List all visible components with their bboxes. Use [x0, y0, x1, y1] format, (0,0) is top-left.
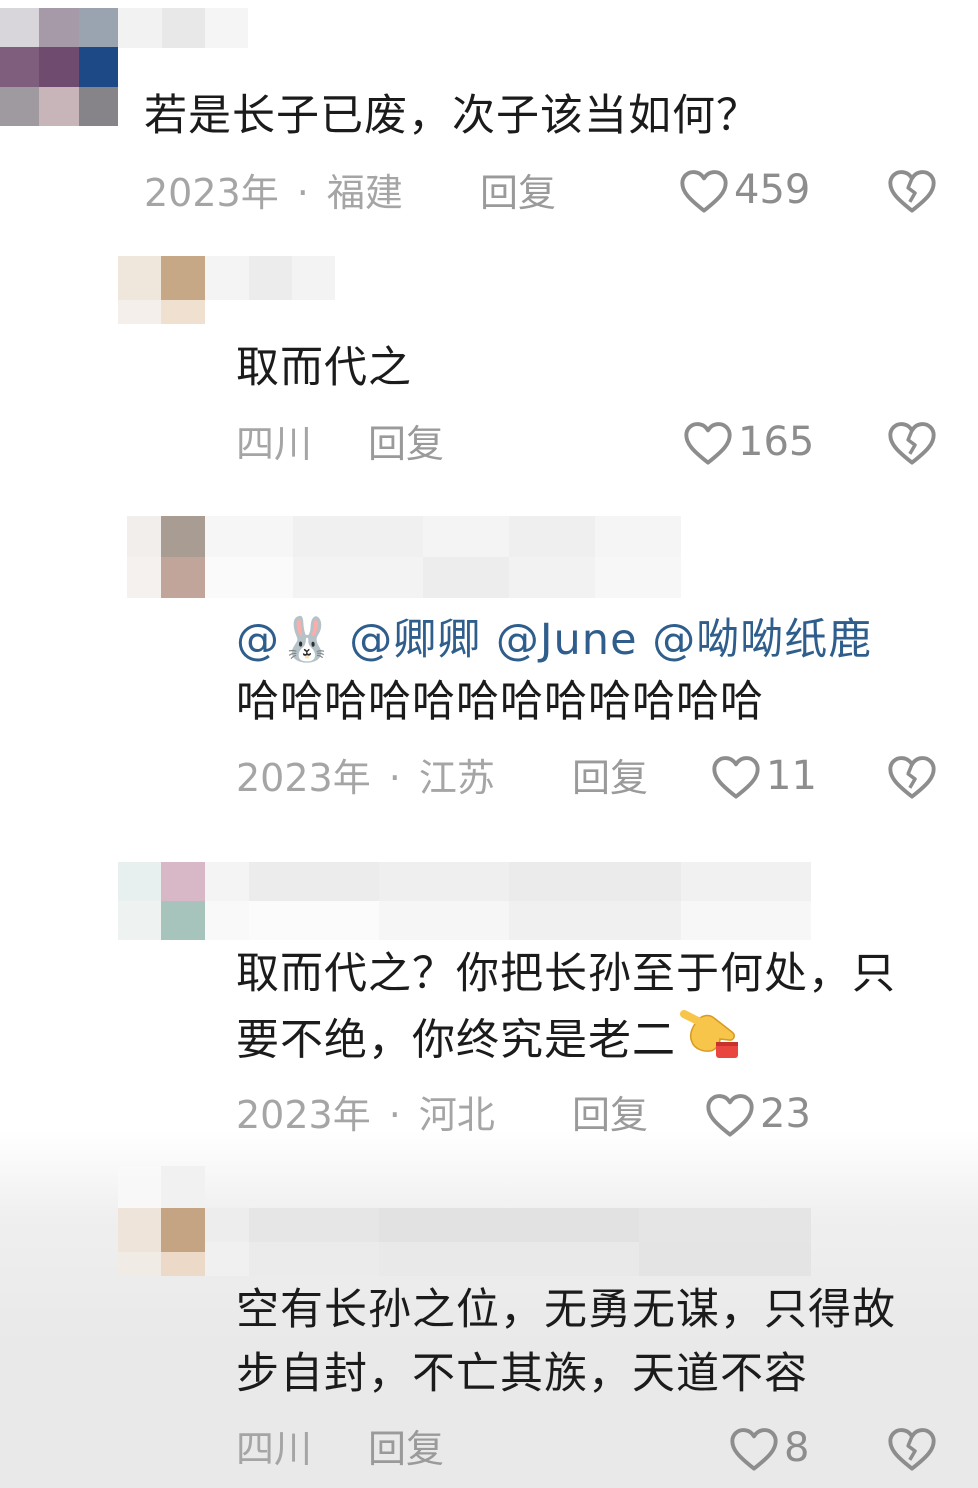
comment-meta: 2023年 · 江苏 [236, 756, 495, 800]
comment-location: 四川 [236, 1427, 313, 1471]
comment-meta: 2023年 · 福建 [144, 171, 403, 215]
like-count: 165 [738, 419, 815, 465]
avatar[interactable] [127, 516, 205, 598]
like-button[interactable]: 8 [728, 1424, 809, 1472]
broken-heart-icon [888, 1428, 936, 1471]
avatar[interactable] [0, 8, 118, 126]
comment-text-line1: 空有长孙之位，无勇无谋，只得故 [236, 1285, 896, 1335]
like-button[interactable]: 165 [682, 418, 814, 466]
like-count: 8 [784, 1425, 810, 1471]
username-blurred[interactable] [205, 1208, 811, 1276]
comment-location: 江苏 [418, 756, 495, 800]
avatar[interactable] [118, 256, 205, 324]
comment-text: 取而代之 [236, 343, 412, 393]
broken-heart-icon [888, 756, 936, 799]
reply-button[interactable]: 回复 [480, 168, 556, 218]
username-blurred[interactable] [205, 256, 335, 300]
comment-mentions[interactable]: @🐰 @卿卿 @June @呦呦纸鹿 [236, 608, 872, 672]
reply-button[interactable]: 回复 [368, 1424, 444, 1474]
dislike-button[interactable] [886, 166, 938, 218]
like-count: 11 [766, 753, 817, 799]
comment-time: 2023年 [236, 1093, 371, 1137]
heart-icon [680, 170, 728, 213]
like-count: 23 [760, 1091, 811, 1137]
like-count: 459 [734, 167, 811, 213]
comment-text-line2: 步自封，不亡其族，天道不容 [236, 1349, 808, 1399]
broken-heart-icon [888, 170, 936, 213]
username-blurred[interactable] [118, 8, 248, 48]
username-blurred[interactable] [205, 862, 811, 940]
avatar[interactable] [118, 1166, 205, 1276]
avatar[interactable] [118, 862, 205, 940]
comment-location: 福建 [326, 171, 403, 215]
heart-icon [730, 1428, 778, 1471]
pointing-hand-emoji [676, 1006, 742, 1080]
comment-text: 哈哈哈哈哈哈哈哈哈哈哈哈 [236, 677, 764, 727]
like-button[interactable]: 459 [678, 166, 810, 214]
heart-icon [706, 1094, 754, 1137]
comment-time: 2023年 [144, 171, 279, 215]
like-button[interactable]: 11 [710, 752, 817, 800]
reply-button[interactable]: 回复 [572, 753, 648, 803]
comment-meta: 2023年 · 河北 [236, 1093, 495, 1137]
heart-icon [684, 422, 732, 465]
comment-location: 四川 [236, 422, 313, 466]
dislike-button[interactable] [886, 418, 938, 470]
comment-text-line2: 要不绝，你终究是老二 [236, 1015, 676, 1066]
heart-icon [712, 756, 760, 799]
reply-button[interactable]: 回复 [368, 419, 444, 469]
dislike-button[interactable] [886, 1424, 938, 1476]
comment-location: 河北 [418, 1093, 495, 1137]
like-button[interactable]: 23 [704, 1090, 811, 1138]
comment-text: 若是长子已废，次子该当如何？ [144, 91, 760, 141]
comment-text-line2-wrap: 要不绝，你终究是老二 [236, 1006, 742, 1080]
comment-text-line1: 取而代之？你把长孙至于何处，只 [236, 949, 896, 999]
reply-button[interactable]: 回复 [572, 1090, 648, 1140]
dislike-button[interactable] [886, 752, 938, 804]
comment-time: 2023年 [236, 756, 371, 800]
username-blurred[interactable] [205, 516, 681, 598]
broken-heart-icon [888, 422, 936, 465]
